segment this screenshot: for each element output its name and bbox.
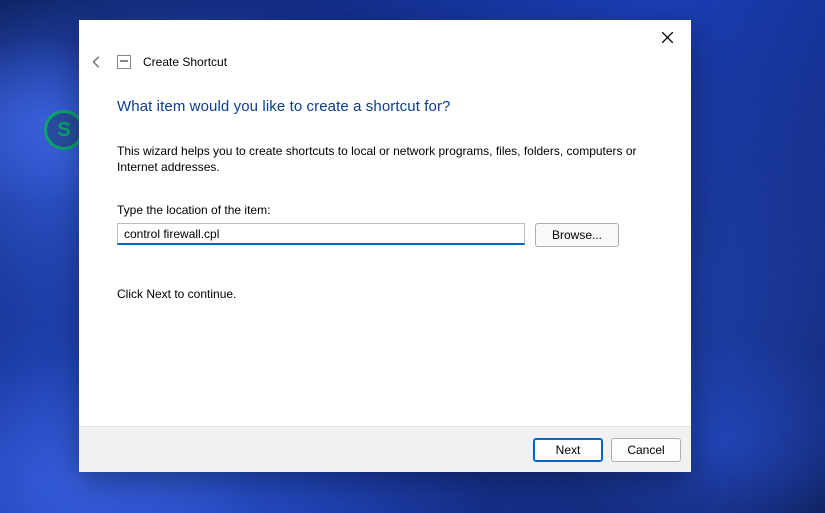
- back-button[interactable]: [89, 54, 105, 70]
- titlebar: [79, 20, 691, 48]
- next-button[interactable]: Next: [533, 438, 603, 462]
- dialog-title: Create Shortcut: [143, 55, 227, 69]
- watermark-logo: S: [44, 110, 84, 150]
- back-arrow-icon: [90, 55, 104, 69]
- location-row: Browse...: [117, 223, 653, 247]
- content-area: What item would you like to create a sho…: [79, 78, 691, 426]
- location-input[interactable]: [117, 223, 525, 245]
- browse-button[interactable]: Browse...: [535, 223, 619, 247]
- close-icon: [662, 32, 673, 43]
- page-heading: What item would you like to create a sho…: [117, 98, 653, 115]
- cancel-button[interactable]: Cancel: [611, 438, 681, 462]
- create-shortcut-dialog: Create Shortcut What item would you like…: [79, 20, 691, 472]
- wizard-description: This wizard helps you to create shortcut…: [117, 143, 637, 175]
- continue-hint: Click Next to continue.: [117, 287, 653, 301]
- header-row: Create Shortcut: [79, 48, 691, 78]
- location-label: Type the location of the item:: [117, 203, 653, 217]
- wizard-icon: [117, 55, 131, 69]
- close-button[interactable]: [651, 26, 683, 48]
- dialog-footer: Next Cancel: [79, 426, 691, 472]
